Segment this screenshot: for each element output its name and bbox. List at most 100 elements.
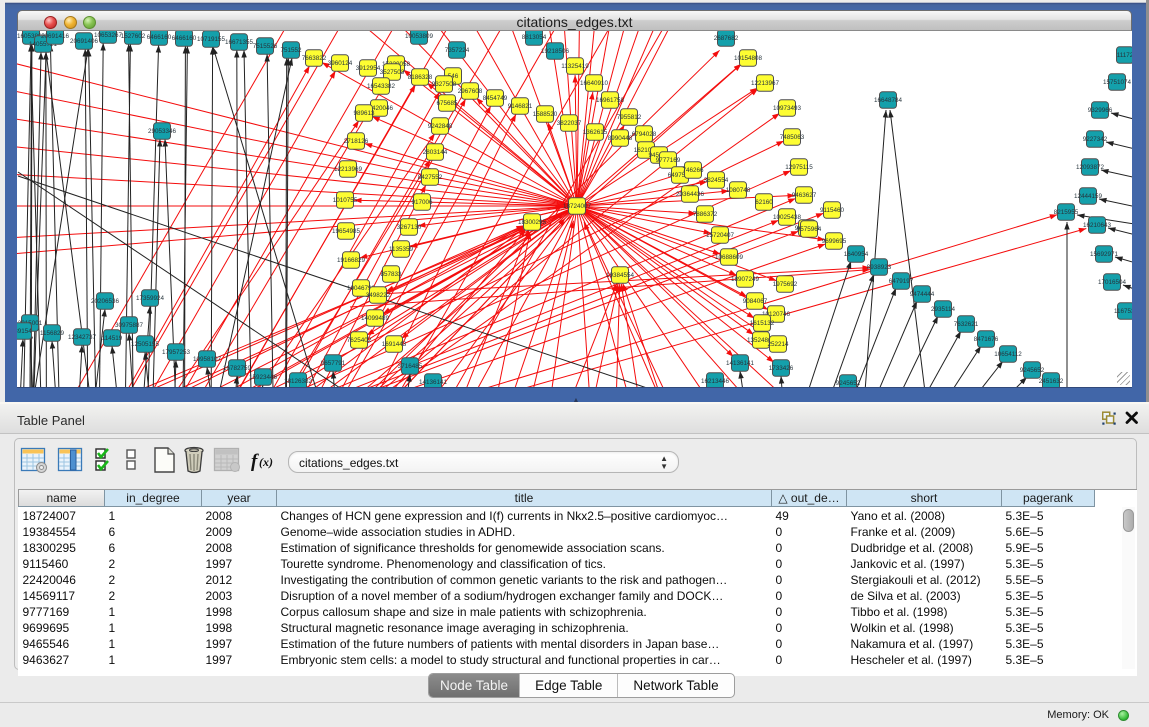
- svg-text:7515526: 7515526: [253, 43, 278, 50]
- svg-text:16543382: 16543382: [367, 83, 396, 90]
- svg-text:9146821: 9146821: [508, 103, 533, 110]
- svg-text:14136141: 14136141: [726, 360, 755, 367]
- svg-text:12505155: 12505155: [131, 341, 160, 348]
- svg-text:7886372: 7886372: [693, 211, 718, 218]
- svg-text:1733426: 1733426: [769, 365, 794, 372]
- svg-text:1156829: 1156829: [40, 330, 65, 337]
- svg-text:3960124: 3960124: [328, 60, 353, 67]
- svg-text:1615132: 1615132: [750, 320, 775, 327]
- svg-text:29053346: 29053346: [148, 128, 177, 135]
- svg-text:17016504: 17016504: [1098, 279, 1127, 286]
- svg-text:7663822: 7663822: [302, 55, 327, 62]
- svg-text:10688609: 10688609: [715, 254, 744, 261]
- svg-text:15923446: 15923446: [249, 374, 278, 381]
- svg-text:10025438: 10025438: [773, 214, 802, 221]
- svg-text:18907249: 18907249: [731, 276, 760, 283]
- svg-text:2451632: 2451632: [1039, 378, 1064, 385]
- svg-text:12342737: 12342737: [68, 334, 97, 341]
- svg-text:16648784: 16648784: [874, 97, 903, 104]
- svg-text:10653267: 10653267: [94, 32, 123, 39]
- svg-text:1362615: 1362615: [583, 129, 608, 136]
- svg-text:20691416: 20691416: [41, 33, 70, 40]
- svg-text:9575964: 9575964: [797, 226, 822, 233]
- svg-text:751552: 751552: [280, 47, 302, 54]
- svg-text:3267130: 3267130: [397, 224, 422, 231]
- svg-text:6479197: 6479197: [889, 278, 914, 285]
- svg-text:7625402: 7625402: [347, 337, 372, 344]
- svg-text:18126382: 18126382: [284, 378, 313, 385]
- svg-text:12975115: 12975115: [785, 164, 813, 171]
- svg-text:1010755: 1010755: [333, 197, 358, 204]
- svg-text:252214: 252214: [767, 341, 789, 348]
- svg-text:1167533: 1167533: [1114, 308, 1132, 315]
- svg-text:3824554: 3824554: [704, 177, 729, 184]
- svg-text:19218506: 19218506: [541, 48, 570, 55]
- svg-text:10053809: 10053809: [405, 33, 434, 40]
- svg-text:16671355: 16671355: [225, 39, 254, 46]
- svg-text:16213446: 16213446: [701, 378, 730, 385]
- svg-text:746266: 746266: [682, 167, 704, 174]
- svg-text:12444159: 12444159: [1074, 193, 1103, 200]
- svg-text:15751074: 15751074: [1103, 79, 1132, 86]
- svg-text:62160: 62160: [755, 199, 773, 206]
- svg-text:1527602: 1527602: [121, 33, 146, 40]
- svg-text:15692971: 15692971: [1090, 251, 1119, 258]
- svg-text:11172: 11172: [1117, 52, 1132, 59]
- svg-text:857833: 857833: [380, 271, 402, 278]
- svg-text:20691406: 20691406: [70, 38, 99, 45]
- svg-text:675685: 675685: [436, 100, 458, 107]
- svg-text:1588520: 1588520: [533, 111, 558, 118]
- svg-text:8186328: 8186328: [408, 74, 433, 81]
- svg-text:10973493: 10973493: [773, 105, 802, 112]
- svg-text:9327508: 9327508: [432, 81, 457, 88]
- svg-text:f: f: [251, 451, 259, 472]
- svg-text:8990448: 8990448: [608, 135, 633, 142]
- svg-text:12213969: 12213969: [334, 166, 363, 173]
- svg-text:9227342: 9227342: [1083, 136, 1108, 143]
- svg-text:7632621: 7632621: [954, 321, 979, 328]
- svg-text:12213967: 12213967: [751, 80, 780, 87]
- svg-text:17359924: 17359924: [136, 295, 165, 302]
- svg-text:10154808: 10154808: [734, 55, 763, 62]
- svg-text:1975692: 1975692: [773, 281, 798, 288]
- svg-text:3912954: 3912954: [356, 65, 381, 72]
- svg-text:18724007: 18724007: [563, 203, 592, 210]
- svg-text:8427552: 8427552: [418, 174, 443, 181]
- svg-text:2803144: 2803144: [423, 149, 448, 156]
- svg-text:8471676: 8471676: [974, 336, 999, 343]
- svg-text:8938923: 8938923: [867, 264, 892, 271]
- svg-text:18300295: 18300295: [518, 219, 547, 226]
- svg-text:3527503: 3527503: [380, 69, 405, 76]
- svg-text:1691443: 1691443: [382, 341, 407, 348]
- svg-text:7357224: 7357224: [445, 47, 470, 54]
- svg-text:9463627: 9463627: [792, 192, 817, 199]
- svg-text:16640910: 16640910: [580, 80, 609, 87]
- svg-text:16210643: 16210643: [1083, 222, 1112, 229]
- svg-text:9084067: 9084067: [743, 298, 768, 305]
- svg-text:10958107: 10958107: [193, 356, 222, 363]
- svg-text:20206536: 20206536: [91, 298, 120, 305]
- svg-text:9474444: 9474444: [910, 291, 935, 298]
- svg-text:6466160: 6466160: [147, 34, 172, 41]
- svg-text:3822037: 3822037: [557, 120, 582, 127]
- svg-text:989613: 989613: [353, 110, 375, 117]
- svg-text:14099489: 14099489: [361, 315, 390, 322]
- svg-text:16961758: 16961758: [596, 97, 625, 104]
- svg-text:7955812: 7955812: [617, 114, 642, 121]
- svg-text:12093872: 12093872: [1076, 164, 1105, 171]
- svg-text:9242848: 9242848: [428, 123, 453, 130]
- svg-text:8215955: 8215955: [1054, 209, 1079, 216]
- svg-text:3716485: 3716485: [398, 363, 423, 370]
- svg-text:6794028: 6794028: [632, 131, 657, 138]
- svg-text:9777169: 9777169: [656, 157, 681, 164]
- svg-text:39154: 39154: [17, 328, 32, 335]
- svg-text:14136141: 14136141: [419, 379, 448, 386]
- svg-text:1640954: 1640954: [844, 251, 869, 258]
- svg-text:9699695: 9699695: [822, 238, 847, 245]
- svg-text:917006: 917006: [411, 199, 433, 206]
- svg-text:17957253: 17957253: [162, 349, 191, 356]
- svg-text:19384554: 19384554: [606, 272, 635, 279]
- svg-text:114519: 114519: [102, 335, 123, 342]
- svg-text:8454749: 8454749: [483, 95, 508, 102]
- svg-text:30975887: 30975887: [115, 322, 144, 329]
